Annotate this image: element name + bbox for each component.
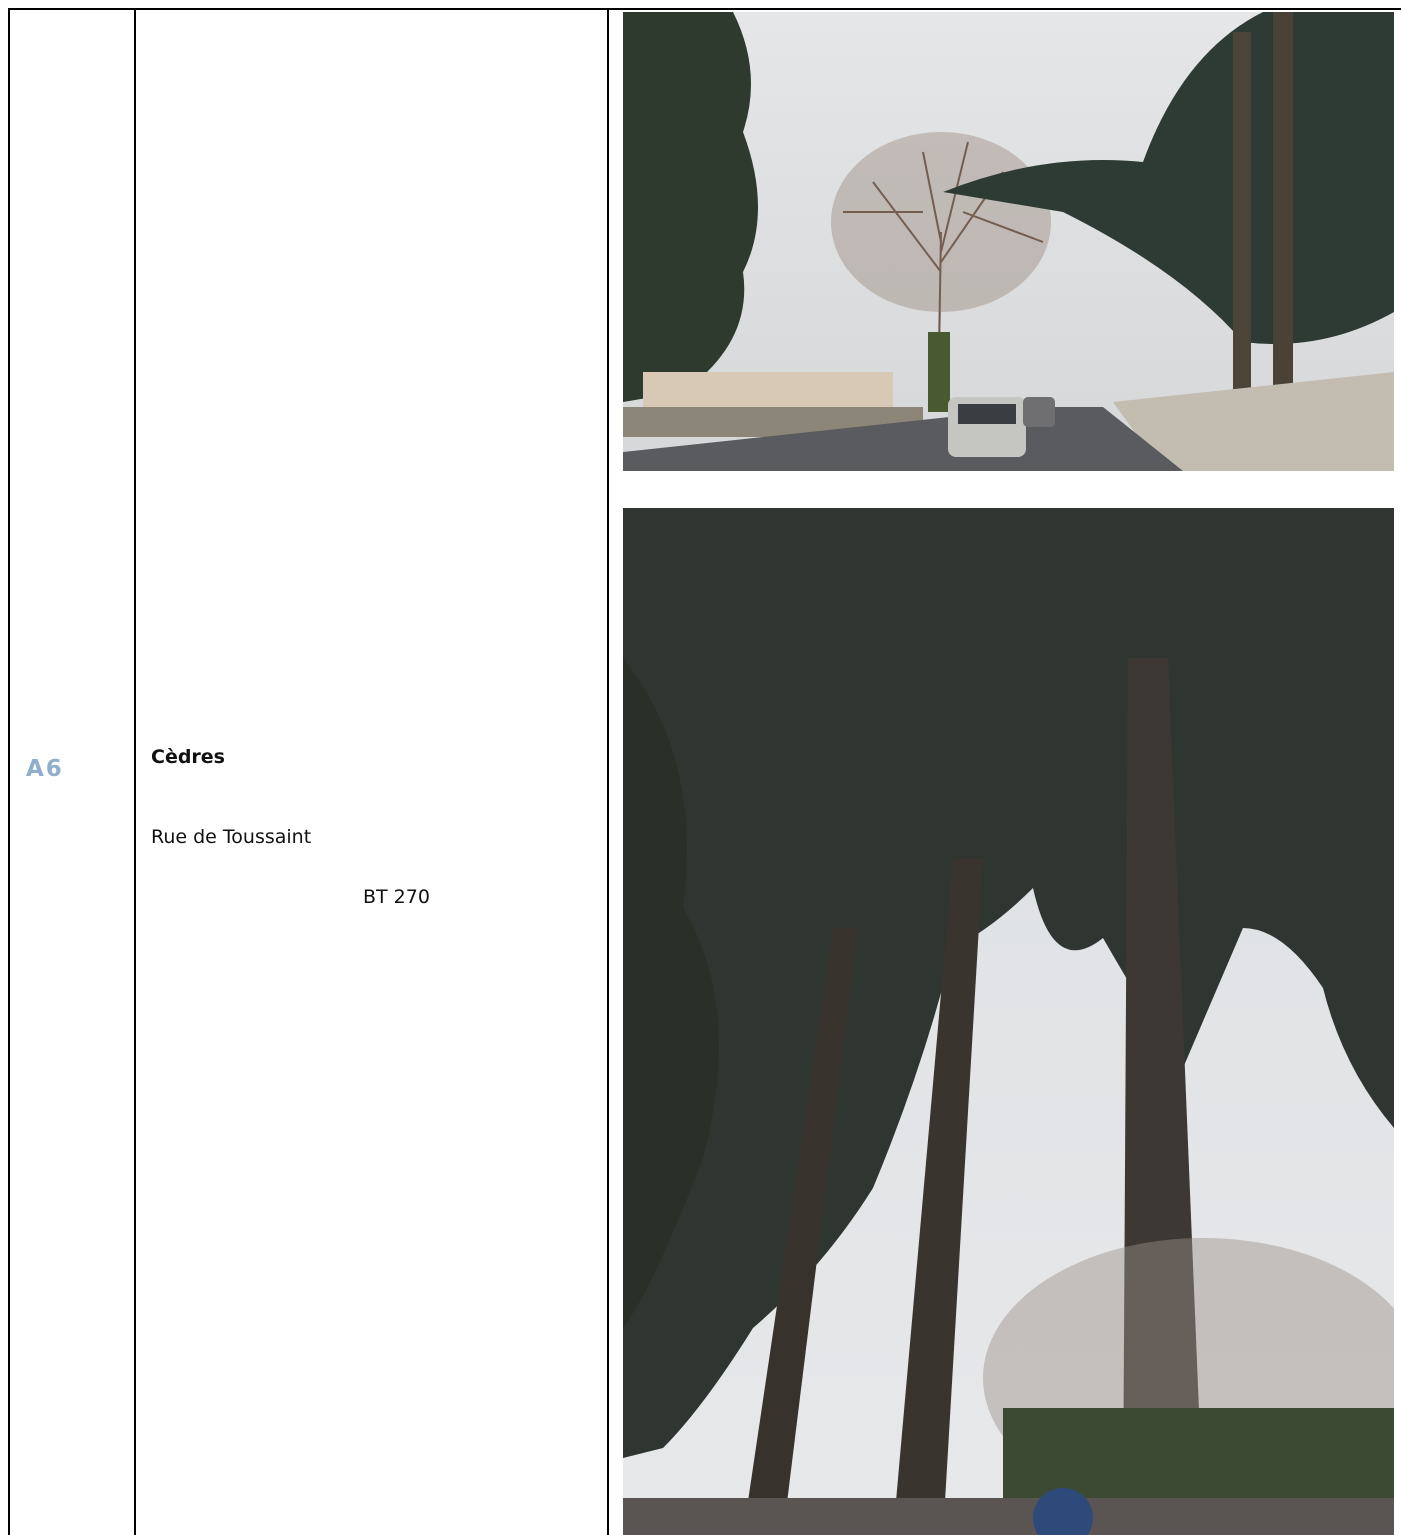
street-photo: [623, 12, 1394, 471]
inventory-table: A6 Cèdres Rue de Toussaint BT 270: [8, 8, 1401, 1535]
tree-species: Cèdres: [151, 746, 225, 768]
street-name: Rue de Toussaint: [151, 826, 312, 848]
tree-code: A6: [26, 756, 64, 782]
cedar-trees-photo: [623, 508, 1394, 1535]
table-left-border: [8, 8, 10, 1535]
parcel-reference: BT 270: [363, 886, 430, 908]
column-divider-1: [134, 8, 136, 1535]
table-top-border: [8, 8, 1401, 10]
column-divider-2: [607, 8, 609, 1535]
